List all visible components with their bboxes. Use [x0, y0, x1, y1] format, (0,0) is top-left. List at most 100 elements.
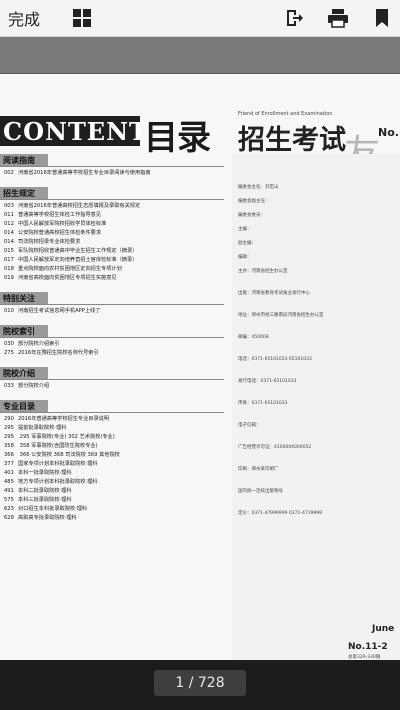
- toc-entry-text: 中国人民解放军院校招收学员体检标准: [18, 221, 107, 227]
- masthead-line: 传真：0371-65101033: [238, 401, 288, 406]
- toc-entry[interactable]: 003 河南省2016年普通高校招生志愿填报及录取有关规定: [4, 203, 140, 210]
- toc-entry-text: 司法院校招录专业体检要求: [18, 239, 81, 245]
- toc-entry[interactable]: 377 国家专项计划本科批录取院校·理科: [4, 461, 97, 468]
- toc-entry[interactable]: 491 本科二批录取院校·理科: [4, 488, 72, 495]
- masthead-line: 编委会委员：: [238, 213, 265, 218]
- issue-number: No.11: [378, 126, 400, 139]
- toc-entry[interactable]: 358 358 军事院校(含国防生院校专业): [4, 443, 98, 450]
- toc-entry[interactable]: 019 河南省高校面向贫困地区专项招生实施意见: [4, 275, 117, 282]
- toc-page-number: 017: [4, 257, 14, 263]
- done-button[interactable]: 完成: [8, 6, 40, 30]
- toc-entry[interactable]: 275 2016年在豫招生院校名称代号索引: [4, 350, 99, 357]
- toc-entry[interactable]: 366 366 公安院校 368 司法院校 369 其他院校: [4, 452, 120, 459]
- toc-page-number: 033: [4, 383, 14, 389]
- document-page[interactable]: CONTENTS 目录 Friend of Enrollment and Exa…: [0, 74, 400, 660]
- masthead-line: 电话：0371-65101033 65101033: [238, 357, 312, 362]
- toc-entry[interactable]: 295 295 军事院校(专业) 302 艺术院校(专业): [4, 434, 115, 441]
- masthead-line: 地址：郑州市经三路南段河南省招生办公室: [238, 313, 324, 318]
- exit-icon[interactable]: [282, 6, 306, 30]
- toc-entry[interactable]: 015 军队院校招收普通高中毕业生招生工作规定（摘录）: [4, 248, 137, 255]
- toc-entry-text: 366 公安院校 368 司法院校 369 其他院校: [18, 452, 120, 458]
- toc-page-number: 015: [4, 248, 14, 254]
- toc-divider: [0, 166, 224, 167]
- toc-section-header: 招生规定: [0, 187, 48, 199]
- page-gap: [0, 37, 400, 73]
- toc-entry[interactable]: 017 中国人民解放军定向培养直招士官体检标准（摘录）: [4, 257, 137, 264]
- toc-page-number: 295: [4, 434, 14, 440]
- toc-divider: [0, 199, 224, 200]
- toc-entry[interactable]: 575 本科三批录取院校·理科: [4, 497, 72, 504]
- mulu-title: 目录: [144, 118, 211, 158]
- bookmark-icon[interactable]: [370, 6, 394, 30]
- toc-page-number: 003: [4, 203, 14, 209]
- toc-entry-text: 重点院校面向农村贫困地区定向招生专项计划: [18, 266, 122, 272]
- toc-entry-text: 358 军事院校(含国防生院校专业): [18, 443, 98, 449]
- grid-icon[interactable]: [72, 8, 92, 28]
- masthead-column: 编委会主任：刘宏山 编委会副主任： 编委会委员： 主编： 副主编： 编辑： 主办：河南省招生…: [232, 154, 400, 660]
- toc-page-number: 628: [4, 515, 14, 521]
- print-icon[interactable]: [326, 6, 350, 30]
- toc-entry-text: 河南招生考试信息网手机APP上线了: [18, 308, 101, 314]
- toc-entry[interactable]: 485 地方专项计划本科批录取院校·理科: [4, 479, 97, 486]
- issue-month: June: [372, 624, 395, 634]
- toc-entry-text: 高职高专批录取院校·理科: [18, 515, 77, 521]
- toc-entry-text: 295 军事院校(专业) 302 艺术院校(专业): [18, 434, 115, 440]
- english-subtitle: Friend of Enrollment and Examination: [238, 111, 333, 117]
- masthead-line: 主编：: [238, 227, 252, 232]
- toc-entry-text: 本科二批录取院校·理科: [18, 488, 72, 494]
- toc-page-number: 401: [4, 470, 14, 476]
- masthead-line: 出版：河南省教育考试报业发行中心: [238, 291, 310, 296]
- magazine-title: 招生考试: [238, 125, 346, 156]
- toc-page-number: 358: [4, 443, 14, 449]
- toc-entry-text: 普通高等学校招生体检工作指导意见: [18, 212, 102, 218]
- toc-entry-text: 对口招生本科批录取院校·理科: [18, 506, 88, 512]
- toc-entry-text: 部分院校介绍: [18, 383, 50, 389]
- masthead-line: 编委会副主任：: [238, 199, 270, 204]
- toc-entry[interactable]: 010 河南招生考试信息网手机APP上线了: [4, 308, 100, 315]
- toc-entry[interactable]: 295 提前批录取院校·理科: [4, 425, 66, 432]
- toc-entry-text: 河南省2016年普通高等学校招生专业目录阅读与使用指南: [18, 170, 151, 176]
- toc-entry[interactable]: 018 重点院校面向农村贫困地区定向招生专项计划: [4, 266, 122, 273]
- toc-entry[interactable]: 623 对口招生本科批录取院校·理科: [4, 506, 87, 513]
- toc-entry-text: 国家专项计划本科批录取院校·理科: [18, 461, 98, 467]
- toc-entry[interactable]: 290 2016年普通高等学校招生专业目录说明: [4, 416, 109, 423]
- toc-entry[interactable]: 014 公安院校普通高校招生体检条件要求: [4, 230, 101, 237]
- toc-entry[interactable]: 033 部分院校介绍: [4, 383, 49, 390]
- toc-page-number: 275: [4, 350, 14, 356]
- toc-entry-text: 公安院校普通高校招生体检条件要求: [18, 230, 102, 236]
- toc-entry[interactable]: 002 河南省2016年普通高等学校招生专业目录阅读与使用指南: [4, 170, 151, 177]
- toc-page-number: 030: [4, 341, 14, 347]
- toc-page-number: 366: [4, 452, 14, 458]
- masthead-line: 印刷：郑州某印刷厂: [238, 467, 279, 472]
- toc-entry-text: 提前批录取院校·理科: [18, 425, 67, 431]
- toc-entry-text: 军队院校招收普通高中毕业生招生工作规定（摘录）: [18, 248, 138, 254]
- toc-entry[interactable]: 401 本科一批录取院校·理科: [4, 470, 72, 477]
- toc-entry-text: 本科一批录取院校·理科: [18, 470, 72, 476]
- toc-entry[interactable]: 011 普通高等学校招生体检工作指导意见: [4, 212, 101, 219]
- toc-entry[interactable]: 628 高职高专批录取院校·理科: [4, 515, 77, 522]
- toc-page-number: 011: [4, 212, 14, 218]
- masthead-line: 国内统一连续出版物号: [238, 489, 283, 494]
- toc-section-header: 特别关注: [0, 292, 48, 304]
- toolbar-actions: [282, 0, 400, 36]
- toc-divider: [0, 337, 224, 338]
- toc-page-number: 290: [4, 416, 14, 422]
- toc-entry-text: 2016年在豫招生院校名称代号索引: [18, 350, 99, 356]
- toc-page-number: 623: [4, 506, 14, 512]
- toc-divider: [0, 412, 224, 413]
- toc-page-number: 014: [4, 239, 14, 245]
- toc-entry-text: 河南省2016年普通高校招生志愿填报及录取有关规定: [18, 203, 141, 209]
- toc-section-header: 专业目录: [0, 400, 48, 412]
- toc-page-number: 010: [4, 308, 14, 314]
- toc-divider: [0, 304, 224, 305]
- toc-page-number: 485: [4, 479, 14, 485]
- masthead-line: 编辑：: [238, 255, 252, 260]
- toc-page-number: 019: [4, 275, 14, 281]
- top-toolbar: 完成: [0, 0, 400, 37]
- toc-entry[interactable]: 012 中国人民解放军院校招收学员体检标准: [4, 221, 106, 228]
- toc-entry[interactable]: 014 司法院校招录专业体检要求: [4, 239, 80, 246]
- toc-entry[interactable]: 030 部分院校介绍索引: [4, 341, 60, 348]
- masthead-line: 广告经营许可证：4100004000052: [238, 445, 312, 450]
- issue-number-bottom: No.11-2: [348, 642, 388, 652]
- page-counter: 1 / 728: [154, 670, 246, 696]
